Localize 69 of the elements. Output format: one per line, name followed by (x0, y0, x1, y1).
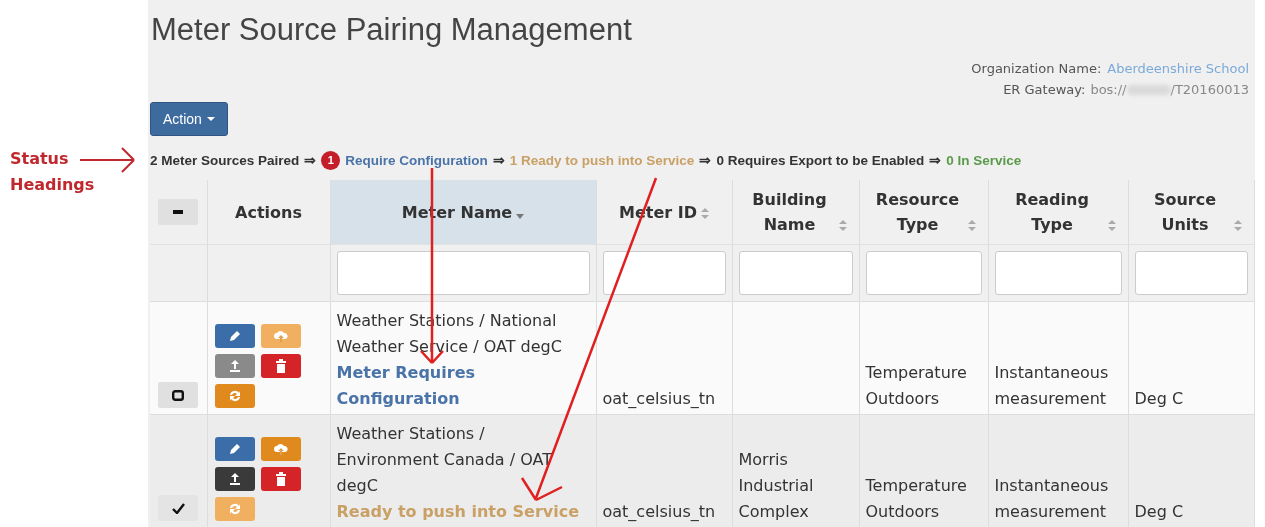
arrow-symbol: ⇒ (492, 152, 505, 168)
annotation-arrow (80, 147, 135, 173)
table-cell: Temperature Outdoors (865, 363, 967, 408)
sort-icon[interactable] (839, 220, 847, 231)
delete-button[interactable] (260, 354, 301, 378)
gateway-suffix: /T20160013 (1170, 81, 1249, 99)
table-cell: oat_celsius_tn (602, 502, 716, 521)
caret-icon (206, 117, 215, 121)
sort-desc-icon[interactable] (516, 213, 525, 219)
organization-label: Organization Name: (971, 60, 1102, 78)
edit-button[interactable] (214, 437, 255, 461)
sync-button[interactable] (214, 384, 255, 408)
filter-field[interactable] (738, 251, 853, 295)
column-header[interactable]: Resource Type (871, 187, 964, 237)
cloud-upload-icon (272, 329, 289, 343)
table-cell: Temperature Outdoors (865, 476, 967, 521)
row-select-checkbox[interactable] (158, 495, 199, 521)
page-title: Meter Source Pairing Management (151, 11, 633, 49)
table-cell: Instantaneous measurement (994, 363, 1109, 408)
annotation-label: Status Headings (10, 148, 95, 196)
sort-icon[interactable] (968, 220, 976, 231)
gateway-prefix: bos:// (1090, 81, 1127, 99)
column-header[interactable]: Reading Type (1000, 187, 1104, 237)
cloud-upload-icon (272, 442, 289, 456)
table-cell: Morris Industrial Complex (738, 450, 814, 521)
filter-field[interactable] (865, 251, 982, 295)
sort-icon[interactable] (1234, 220, 1242, 231)
filter-field[interactable] (602, 251, 726, 295)
filter-field[interactable] (1134, 251, 1248, 295)
minus-icon (173, 210, 184, 214)
sort-icon[interactable] (1108, 220, 1116, 231)
trash-icon (274, 359, 287, 373)
status-heading[interactable]: 0 Requires Export to be Enabled (716, 152, 925, 168)
upload-button[interactable] (260, 437, 301, 461)
export-icon (227, 359, 242, 373)
action-button[interactable]: Action (150, 102, 228, 136)
check-icon (171, 502, 185, 514)
table-cell: Deg C (1134, 502, 1184, 521)
meter-status: Meter Requires Configuration (336, 362, 476, 410)
delete-button[interactable] (260, 467, 301, 491)
filter-field[interactable] (336, 251, 590, 295)
edit-button[interactable] (214, 324, 255, 348)
square-icon (172, 389, 185, 401)
column-header[interactable]: Building Name (744, 187, 835, 237)
refresh-icon (227, 389, 242, 403)
sort-icon[interactable] (701, 207, 709, 219)
status-heading[interactable]: 2 Meter Sources Paired (150, 152, 300, 168)
select-all-button[interactable] (158, 199, 199, 225)
refresh-icon (227, 502, 242, 516)
trash-icon (274, 472, 287, 486)
table-cell: oat_celsius_tn (602, 389, 716, 408)
count-badge: 1 (321, 150, 341, 170)
table-cell: Deg C (1134, 389, 1184, 408)
arrow-symbol: ⇒ (929, 152, 942, 168)
status-heading[interactable]: Require Configuration (345, 152, 488, 168)
export-icon (227, 472, 242, 486)
pencil-icon (227, 329, 242, 343)
column-header[interactable]: Source Units (1140, 187, 1230, 237)
organization-name: Aberdeenshire School (1107, 60, 1249, 78)
filter-field[interactable] (994, 251, 1122, 295)
table-cell: Instantaneous measurement (994, 476, 1109, 521)
export-button[interactable] (214, 467, 255, 491)
column-header: Actions (235, 201, 302, 224)
arrow-symbol: ⇒ (699, 152, 712, 168)
meter-status: Ready to push into Service (336, 501, 581, 523)
gateway-label: ER Gateway: (1003, 81, 1086, 99)
row-select-checkbox[interactable] (158, 382, 199, 408)
pencil-icon (227, 442, 242, 456)
arrow-symbol: ⇒ (304, 152, 317, 168)
